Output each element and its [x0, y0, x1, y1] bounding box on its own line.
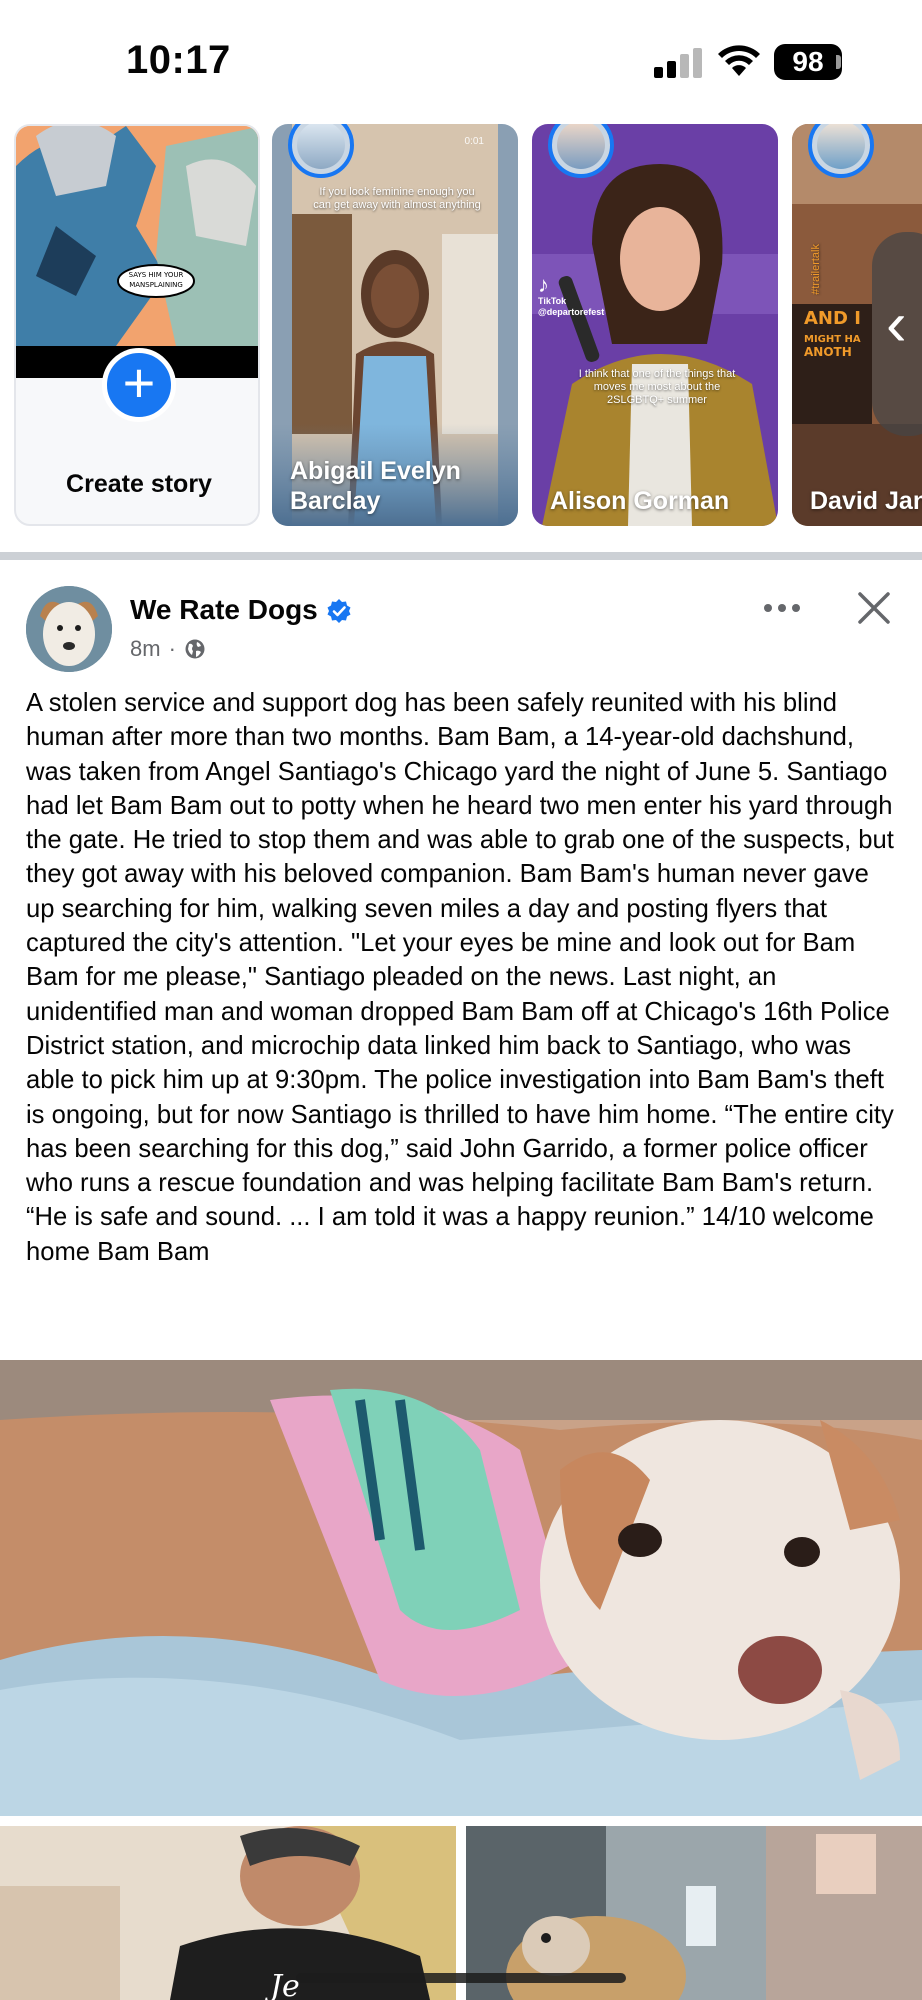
globe-icon	[185, 639, 205, 659]
svg-text:MANSPLAINING: MANSPLAINING	[129, 281, 183, 289]
create-story-label: Create story	[66, 470, 212, 498]
status-time: 10:17	[126, 38, 231, 82]
create-story-card[interactable]: SAYS HIM YOUR MANSPLAINING + Create stor…	[14, 124, 260, 526]
close-icon[interactable]	[856, 590, 892, 626]
battery-cap	[836, 55, 841, 69]
svg-text:Je: Je	[264, 1969, 300, 2000]
battery-icon: 98	[774, 44, 842, 80]
story-duration: 0:01	[464, 136, 484, 147]
more-options-button[interactable]	[758, 590, 806, 626]
avatar[interactable]	[26, 586, 112, 672]
home-indicator[interactable]	[296, 1973, 626, 1983]
story-image-alison	[532, 124, 778, 526]
svg-text:ANOTH: ANOTH	[804, 345, 852, 359]
status-bar: 10:17 98	[0, 0, 922, 124]
story-name: Abigail Evelyn Barclay	[290, 457, 461, 515]
comic-bubble-text: SAYS HIM YOUR	[129, 271, 184, 279]
meta-separator: ·	[168, 636, 176, 661]
stories-scroll-button[interactable]: ‹	[872, 232, 922, 436]
post-text: A stolen service and support dog has bee…	[26, 689, 894, 1266]
story-name: Alison Gorman	[550, 487, 730, 515]
tiktok-icon: ♪	[538, 272, 549, 297]
post-time[interactable]: 8m	[130, 636, 161, 662]
story-card-alison[interactable]: ♪ TikTok @departorefest I think that one…	[532, 124, 778, 526]
svg-text:MIGHT HA: MIGHT HA	[804, 334, 861, 345]
story-name: David Jan Lewis	[810, 487, 922, 515]
feed-divider	[0, 552, 922, 560]
verified-icon	[327, 599, 351, 623]
chevron-left-icon: ‹	[886, 290, 907, 359]
post-photo-main[interactable]	[0, 1360, 922, 1816]
story-caption: If you look feminine enough you can get …	[313, 186, 481, 211]
wifi-icon	[718, 45, 760, 76]
post-meta: 8m ·	[130, 636, 206, 662]
tiktok-watermark: ♪ TikTok @departorefest	[538, 272, 605, 318]
svg-text:AND I: AND I	[804, 308, 861, 329]
create-story-image: SAYS HIM YOUR MANSPLAINING	[16, 126, 258, 346]
more-icon	[764, 604, 772, 612]
stories-tray[interactable]: SAYS HIM YOUR MANSPLAINING + Create stor…	[0, 124, 922, 530]
story-card-abigail[interactable]: 0:01 If you look feminine enough you can…	[272, 124, 518, 526]
story-tag: #trailertalk	[810, 244, 822, 295]
post-author-name[interactable]: We Rate Dogs	[130, 594, 318, 626]
story-caption: I think that one of the things that move…	[578, 368, 736, 406]
signal-icon	[654, 48, 702, 78]
plus-icon[interactable]: +	[102, 348, 176, 422]
